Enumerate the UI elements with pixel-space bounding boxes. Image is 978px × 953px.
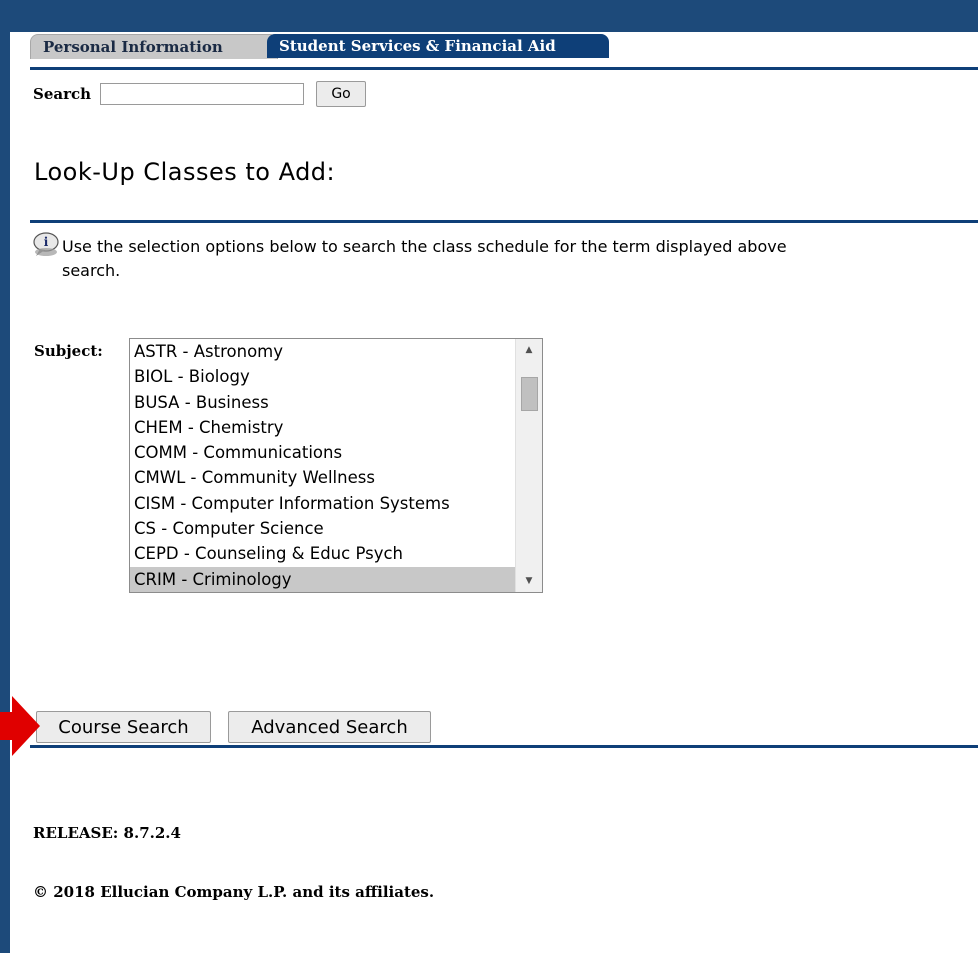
- copyright-notice: © 2018 Ellucian Company L.P. and its aff…: [33, 883, 435, 901]
- info-text-line-1: Use the selection options below to searc…: [62, 237, 787, 256]
- subject-scrollbar[interactable]: ▲ ▼: [515, 339, 542, 592]
- subject-option[interactable]: CEPD - Counseling & Educ Psych: [130, 541, 516, 566]
- tab-student-services[interactable]: Student Services & Financial Aid: [267, 34, 609, 58]
- scrollbar-thumb[interactable]: [521, 377, 538, 411]
- subject-option[interactable]: CISM - Computer Information Systems: [130, 491, 516, 516]
- subject-option[interactable]: ASTR - Astronomy: [130, 339, 516, 364]
- release-version: RELEASE: 8.7.2.4: [33, 824, 181, 842]
- title-divider: [30, 220, 978, 223]
- tab-personal-information[interactable]: Personal Information: [30, 34, 278, 59]
- subject-label: Subject:: [34, 342, 103, 360]
- subject-option[interactable]: CHEM - Chemistry: [130, 415, 516, 440]
- subject-option-selected[interactable]: CRIM - Criminology: [130, 566, 516, 592]
- svg-text:i: i: [44, 235, 49, 249]
- subject-option[interactable]: CS - Computer Science: [130, 516, 516, 541]
- bottom-divider: [30, 745, 978, 748]
- course-search-button[interactable]: Course Search: [36, 711, 211, 743]
- search-input[interactable]: [100, 83, 305, 105]
- page-frame-top: [0, 0, 978, 32]
- subject-select-list[interactable]: ASTR - Astronomy BIOL - Biology BUSA - B…: [129, 338, 543, 593]
- red-arrow-icon: [0, 696, 40, 756]
- subject-option[interactable]: COMM - Communications: [130, 440, 516, 465]
- advanced-search-button[interactable]: Advanced Search: [228, 711, 431, 743]
- scroll-up-arrow-icon[interactable]: ▲: [516, 339, 542, 361]
- info-text-line-2: search.: [62, 261, 121, 280]
- go-button[interactable]: Go: [316, 81, 367, 107]
- subject-option[interactable]: CMWL - Community Wellness: [130, 465, 516, 490]
- scroll-down-arrow-icon[interactable]: ▼: [516, 570, 542, 592]
- search-label: Search: [33, 85, 92, 103]
- page-frame-left: [0, 0, 10, 953]
- subject-option[interactable]: BIOL - Biology: [130, 364, 516, 389]
- search-bar: Search Go: [33, 80, 367, 108]
- main-content: Personal Information Student Services & …: [0, 32, 978, 953]
- tab-divider: [30, 67, 978, 70]
- page-title: Look-Up Classes to Add:: [34, 158, 336, 186]
- info-speech-icon: i: [33, 232, 59, 256]
- subject-option[interactable]: BUSA - Business: [130, 390, 516, 415]
